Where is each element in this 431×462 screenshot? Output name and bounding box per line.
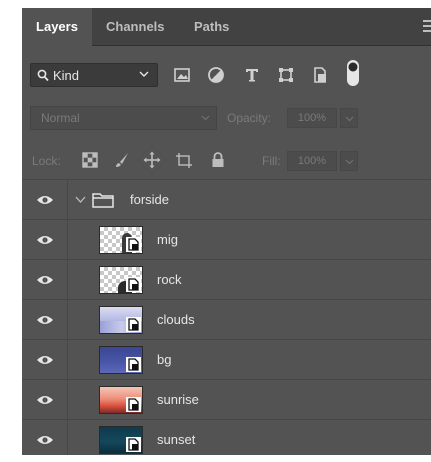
filter-row: Kind	[22, 46, 431, 96]
smart-object-badge-icon	[126, 357, 141, 372]
layer-group-name: forside	[130, 192, 170, 207]
smart-object-badge-icon	[126, 317, 141, 332]
eye-icon	[37, 276, 53, 284]
layer-thumbnail	[99, 346, 143, 374]
visibility-toggle[interactable]	[22, 300, 68, 340]
layer-thumbnail	[99, 306, 143, 334]
blend-mode-value: Normal	[41, 111, 80, 125]
smart-object-badge-icon	[126, 237, 141, 252]
visibility-toggle[interactable]	[22, 380, 68, 420]
layer-thumbnail	[99, 426, 143, 454]
layer-thumbnail	[99, 226, 143, 254]
layer-name: sunset	[157, 432, 196, 447]
type-filter-icon[interactable]	[242, 65, 262, 85]
blend-row: Normal Opacity: 100%	[22, 101, 431, 137]
lock-artboard-icon[interactable]	[174, 150, 194, 170]
tab-paths[interactable]: Paths	[194, 8, 229, 45]
smart-object-filter-icon[interactable]	[310, 65, 330, 85]
folder-icon	[92, 193, 114, 208]
smart-object-badge-icon	[126, 437, 141, 452]
layer-thumbnail	[99, 266, 143, 294]
chevron-down-icon	[345, 116, 354, 122]
layer-row-bg[interactable]: bg	[22, 339, 431, 380]
smart-object-badge-icon	[126, 397, 141, 412]
eye-icon	[37, 436, 53, 444]
chevron-down-icon	[201, 115, 210, 121]
layer-name: sunrise	[157, 392, 199, 407]
eye-icon	[37, 316, 53, 324]
lock-all-icon[interactable]	[208, 150, 228, 170]
visibility-toggle[interactable]	[22, 420, 68, 455]
layer-name: bg	[157, 352, 172, 367]
opacity-dropdown[interactable]	[340, 108, 358, 128]
fill-label: Fill:	[262, 154, 281, 168]
lock-image-pixels-icon[interactable]	[112, 150, 132, 170]
tab-channels[interactable]: Channels	[106, 8, 165, 45]
layers-panel: Layers Channels Paths Kind Normal Opacit…	[22, 8, 431, 455]
layer-name: mig	[157, 232, 178, 247]
chevron-down-icon[interactable]	[75, 196, 86, 204]
visibility-toggle[interactable]	[22, 180, 68, 220]
shape-filter-icon[interactable]	[276, 65, 296, 85]
layer-thumbnail	[99, 386, 143, 414]
layer-row-sunrise[interactable]: sunrise	[22, 379, 431, 420]
blend-mode-select[interactable]: Normal	[30, 106, 217, 130]
eye-icon	[37, 356, 53, 364]
opacity-label: Opacity:	[227, 111, 272, 125]
lock-position-icon[interactable]	[142, 150, 162, 170]
layer-group-row[interactable]: forside	[22, 179, 431, 220]
layer-name: rock	[157, 272, 182, 287]
fill-input[interactable]: 100%	[287, 151, 337, 171]
visibility-toggle[interactable]	[22, 260, 68, 300]
filter-toggle-icon[interactable]	[346, 59, 360, 87]
lock-transparent-pixels-icon[interactable]	[80, 150, 100, 170]
eye-icon	[37, 196, 53, 204]
chevron-down-icon	[139, 71, 149, 77]
filter-kind-select[interactable]: Kind	[30, 63, 158, 87]
layer-row-sunset[interactable]: sunset	[22, 419, 431, 455]
panel-menu-icon[interactable]	[423, 20, 431, 32]
opacity-input[interactable]: 100%	[287, 108, 337, 128]
adjustment-filter-icon[interactable]	[206, 65, 226, 85]
layer-row-rock[interactable]: rock	[22, 259, 431, 300]
smart-object-badge-icon	[126, 277, 141, 292]
eye-icon	[37, 236, 53, 244]
lock-label: Lock:	[32, 154, 61, 168]
eye-icon	[37, 396, 53, 404]
layer-name: clouds	[157, 312, 195, 327]
visibility-toggle[interactable]	[22, 220, 68, 260]
layer-row-clouds[interactable]: clouds	[22, 299, 431, 340]
filter-kind-label: Kind	[53, 68, 80, 83]
chevron-down-icon	[345, 159, 354, 165]
tab-layers[interactable]: Layers	[22, 8, 92, 46]
visibility-toggle[interactable]	[22, 340, 68, 380]
pixel-filter-icon[interactable]	[172, 65, 192, 85]
layer-row-mig[interactable]: mig	[22, 219, 431, 260]
panel-tab-bar: Layers Channels Paths	[22, 8, 431, 46]
lock-row: Lock: Fill: 100%	[22, 144, 431, 178]
fill-dropdown[interactable]	[340, 151, 358, 171]
search-icon	[37, 69, 49, 82]
